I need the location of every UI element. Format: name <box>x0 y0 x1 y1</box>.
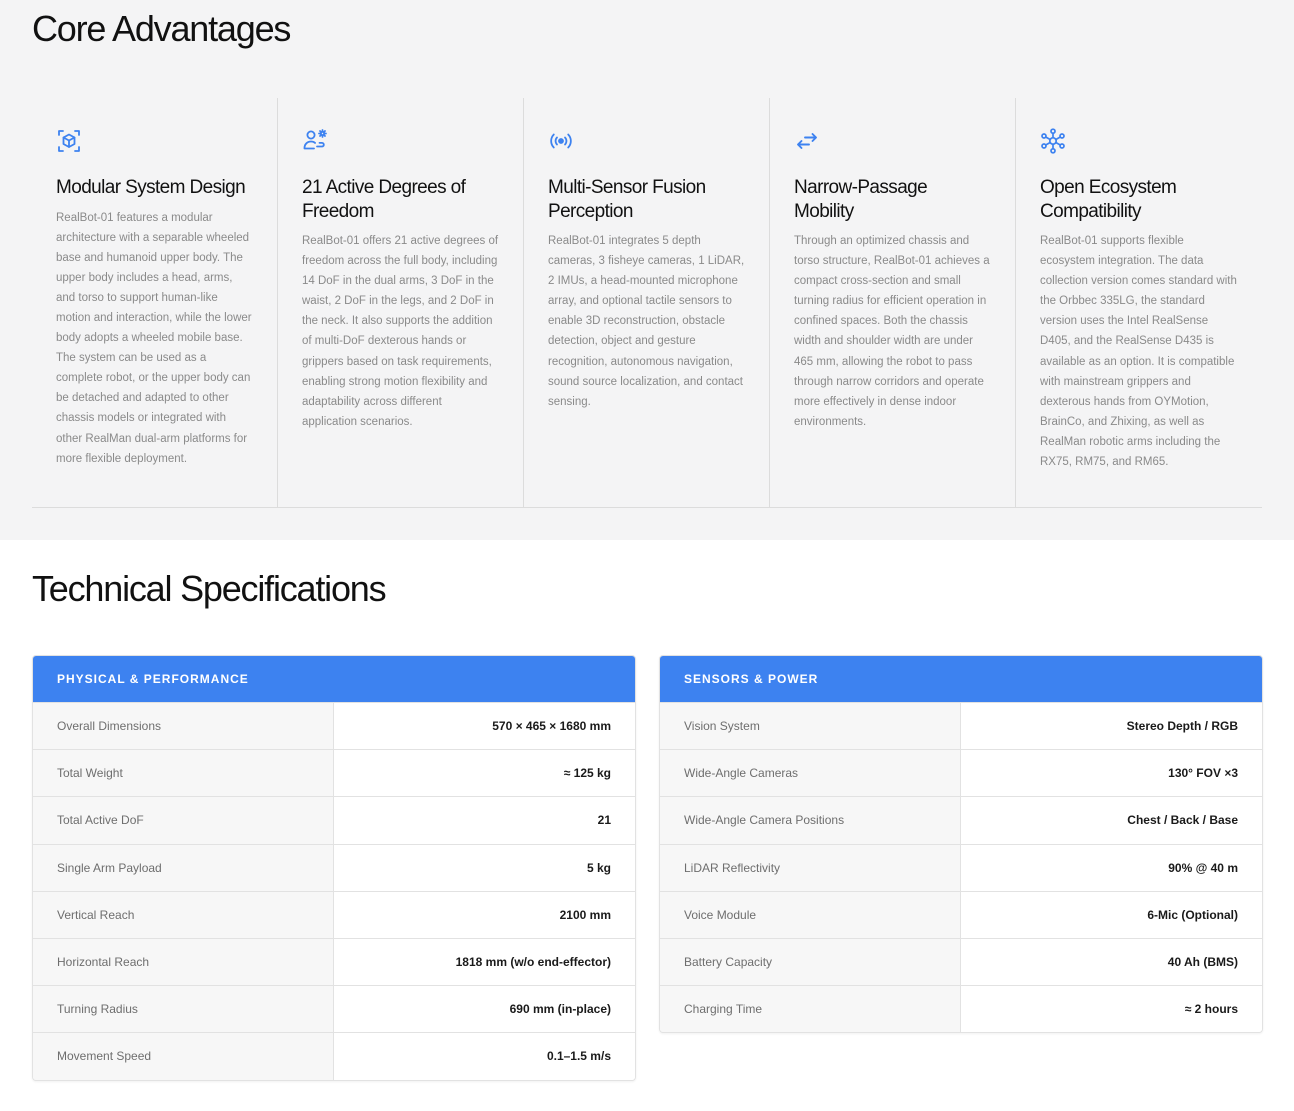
spec-value: 40 Ah (BMS) <box>961 938 1262 986</box>
core-advantages-title: Core Advantages <box>32 8 291 49</box>
advantage-description: RealBot-01 offers 21 active degrees of f… <box>302 235 499 428</box>
spec-value: 21 <box>334 797 635 844</box>
core-advantages-section: Core Advantages Modular System Design Re… <box>0 0 1294 540</box>
person-gear-icon <box>302 128 328 154</box>
advantage-title: Narrow-Passage Mobility <box>794 177 928 222</box>
spec-value: 0.1–1.5 m/s <box>334 1033 635 1080</box>
table-row: Movement Speed 0.1–1.5 m/s <box>33 1032 635 1080</box>
network-hub-icon <box>1040 128 1066 154</box>
sensors-power-table: SENSORS & POWER Vision System Stereo Dep… <box>659 655 1263 1034</box>
advantage-description: RealBot-01 features a modular architectu… <box>56 211 252 465</box>
spec-label: Movement Speed <box>33 1033 334 1080</box>
advantage-description: RealBot-01 supports flexible ecosystem i… <box>1040 235 1237 469</box>
spec-value: ≈ 125 kg <box>334 750 635 797</box>
technical-specifications-title: Technical Specifications <box>32 568 387 609</box>
advantage-title: Open Ecosystem Compatibility <box>1040 177 1177 222</box>
spec-label: Single Arm Payload <box>33 844 334 891</box>
spec-label: Total Active DoF <box>33 797 334 844</box>
arrows-left-right-icon <box>794 128 820 154</box>
table-row: Horizontal Reach 1818 mm (w/o end-effect… <box>33 937 635 986</box>
spec-value: 90% @ 40 m <box>961 844 1262 891</box>
spec-value: 2100 mm <box>334 891 635 938</box>
advantages-grid: Modular System Design RealBot-01 feature… <box>32 98 1262 508</box>
table-row: Voice Module 6-Mic (Optional) <box>660 890 1262 938</box>
table-row: Charging Time ≈ 2 hours <box>660 985 1262 1033</box>
spec-label: Turning Radius <box>33 986 334 1033</box>
spec-value: 130° FOV ×3 <box>961 750 1262 797</box>
spec-label: Battery Capacity <box>660 938 961 986</box>
spec-label: Vision System <box>660 703 961 750</box>
table-header: SENSORS & POWER <box>660 656 1262 702</box>
spec-value: 5 kg <box>334 844 635 891</box>
advantage-title: Modular System Design <box>56 177 246 198</box>
spec-value: 570 × 465 × 1680 mm <box>334 703 635 750</box>
spec-value: ≈ 2 hours <box>961 986 1262 1033</box>
table-row: Total Active DoF 21 <box>33 796 635 844</box>
spec-value: 1818 mm (w/o end-effector) <box>334 938 635 986</box>
table-row: Turning Radius 690 mm (in-place) <box>33 985 635 1033</box>
table-row: Overall Dimensions 570 × 465 × 1680 mm <box>33 702 635 750</box>
signal-broadcast-icon <box>548 128 574 154</box>
modular-cube-icon <box>56 128 82 154</box>
spec-value: Stereo Depth / RGB <box>961 703 1262 750</box>
advantage-description: Through an optimized chassis and torso s… <box>794 235 990 428</box>
table-header: PHYSICAL & PERFORMANCE <box>33 656 635 702</box>
advantage-card-sensor-fusion: Multi-Sensor Fusion Perception RealBot-0… <box>524 98 770 507</box>
advantage-title: Multi-Sensor Fusion Perception <box>548 177 706 222</box>
table-row: Wide-Angle Cameras 130° FOV ×3 <box>660 749 1262 797</box>
spec-label: Wide-Angle Camera Positions <box>660 797 961 844</box>
advantage-card-ecosystem: Open Ecosystem Compatibility RealBot-01 … <box>1016 98 1262 507</box>
advantage-card-mobility: Narrow-Passage Mobility Through an optim… <box>770 98 1016 507</box>
spec-label: Overall Dimensions <box>33 703 334 750</box>
table-row: Vertical Reach 2100 mm <box>33 890 635 938</box>
spec-label: Charging Time <box>660 986 961 1033</box>
table-row: LiDAR Reflectivity 90% @ 40 m <box>660 843 1262 891</box>
advantage-description: RealBot-01 integrates 5 depth cameras, 3… <box>548 235 745 408</box>
spec-label: Wide-Angle Cameras <box>660 750 961 797</box>
spec-label: LiDAR Reflectivity <box>660 844 961 891</box>
physical-performance-table: PHYSICAL & PERFORMANCE Overall Dimension… <box>32 655 636 1081</box>
advantage-card-dof: 21 Active Degrees of Freedom RealBot-01 … <box>278 98 524 507</box>
table-row: Battery Capacity 40 Ah (BMS) <box>660 937 1262 986</box>
table-row: Vision System Stereo Depth / RGB <box>660 702 1262 750</box>
spec-label: Voice Module <box>660 891 961 938</box>
spec-label: Vertical Reach <box>33 891 334 938</box>
spec-label: Horizontal Reach <box>33 938 334 986</box>
advantage-title: 21 Active Degrees of Freedom <box>302 177 466 222</box>
spec-value: Chest / Back / Base <box>961 797 1262 844</box>
spec-label: Total Weight <box>33 750 334 797</box>
advantage-card-modular: Modular System Design RealBot-01 feature… <box>32 98 278 507</box>
technical-specifications-section: Technical Specifications PHYSICAL & PERF… <box>0 540 1294 1111</box>
table-row: Single Arm Payload 5 kg <box>33 843 635 891</box>
table-row: Total Weight ≈ 125 kg <box>33 749 635 797</box>
table-row: Wide-Angle Camera Positions Chest / Back… <box>660 796 1262 844</box>
spec-value: 690 mm (in-place) <box>334 986 635 1033</box>
spec-value: 6-Mic (Optional) <box>961 891 1262 938</box>
